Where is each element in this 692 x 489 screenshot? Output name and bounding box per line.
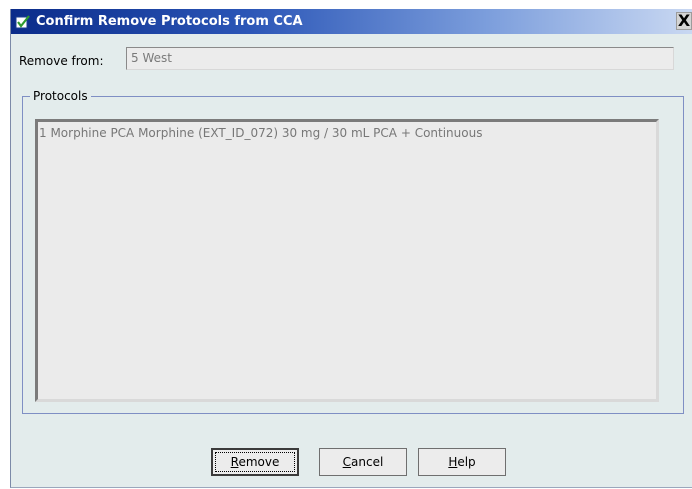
remove-button[interactable]: Remove [211, 448, 299, 476]
title-bar[interactable]: Confirm Remove Protocols from CCA X [11, 9, 692, 34]
protocols-legend: Protocols [30, 89, 91, 103]
protocols-list[interactable]: 1 Morphine PCA Morphine (EXT_ID_072) 30 … [35, 119, 659, 402]
dialog-title: Confirm Remove Protocols from CCA [36, 14, 303, 29]
help-button-label: Help [448, 455, 476, 469]
close-button[interactable]: X [676, 12, 692, 30]
remove-from-field: 5 West [126, 47, 674, 70]
list-item[interactable]: 1 Morphine PCA Morphine (EXT_ID_072) 30 … [38, 122, 656, 144]
cancel-button[interactable]: Cancel [319, 448, 407, 476]
help-button[interactable]: Help [418, 448, 506, 476]
dialog-check-icon [15, 14, 31, 30]
remove-from-label: Remove from: [19, 54, 104, 68]
remove-button-label: Remove [230, 455, 280, 469]
cancel-button-label: Cancel [342, 455, 384, 469]
